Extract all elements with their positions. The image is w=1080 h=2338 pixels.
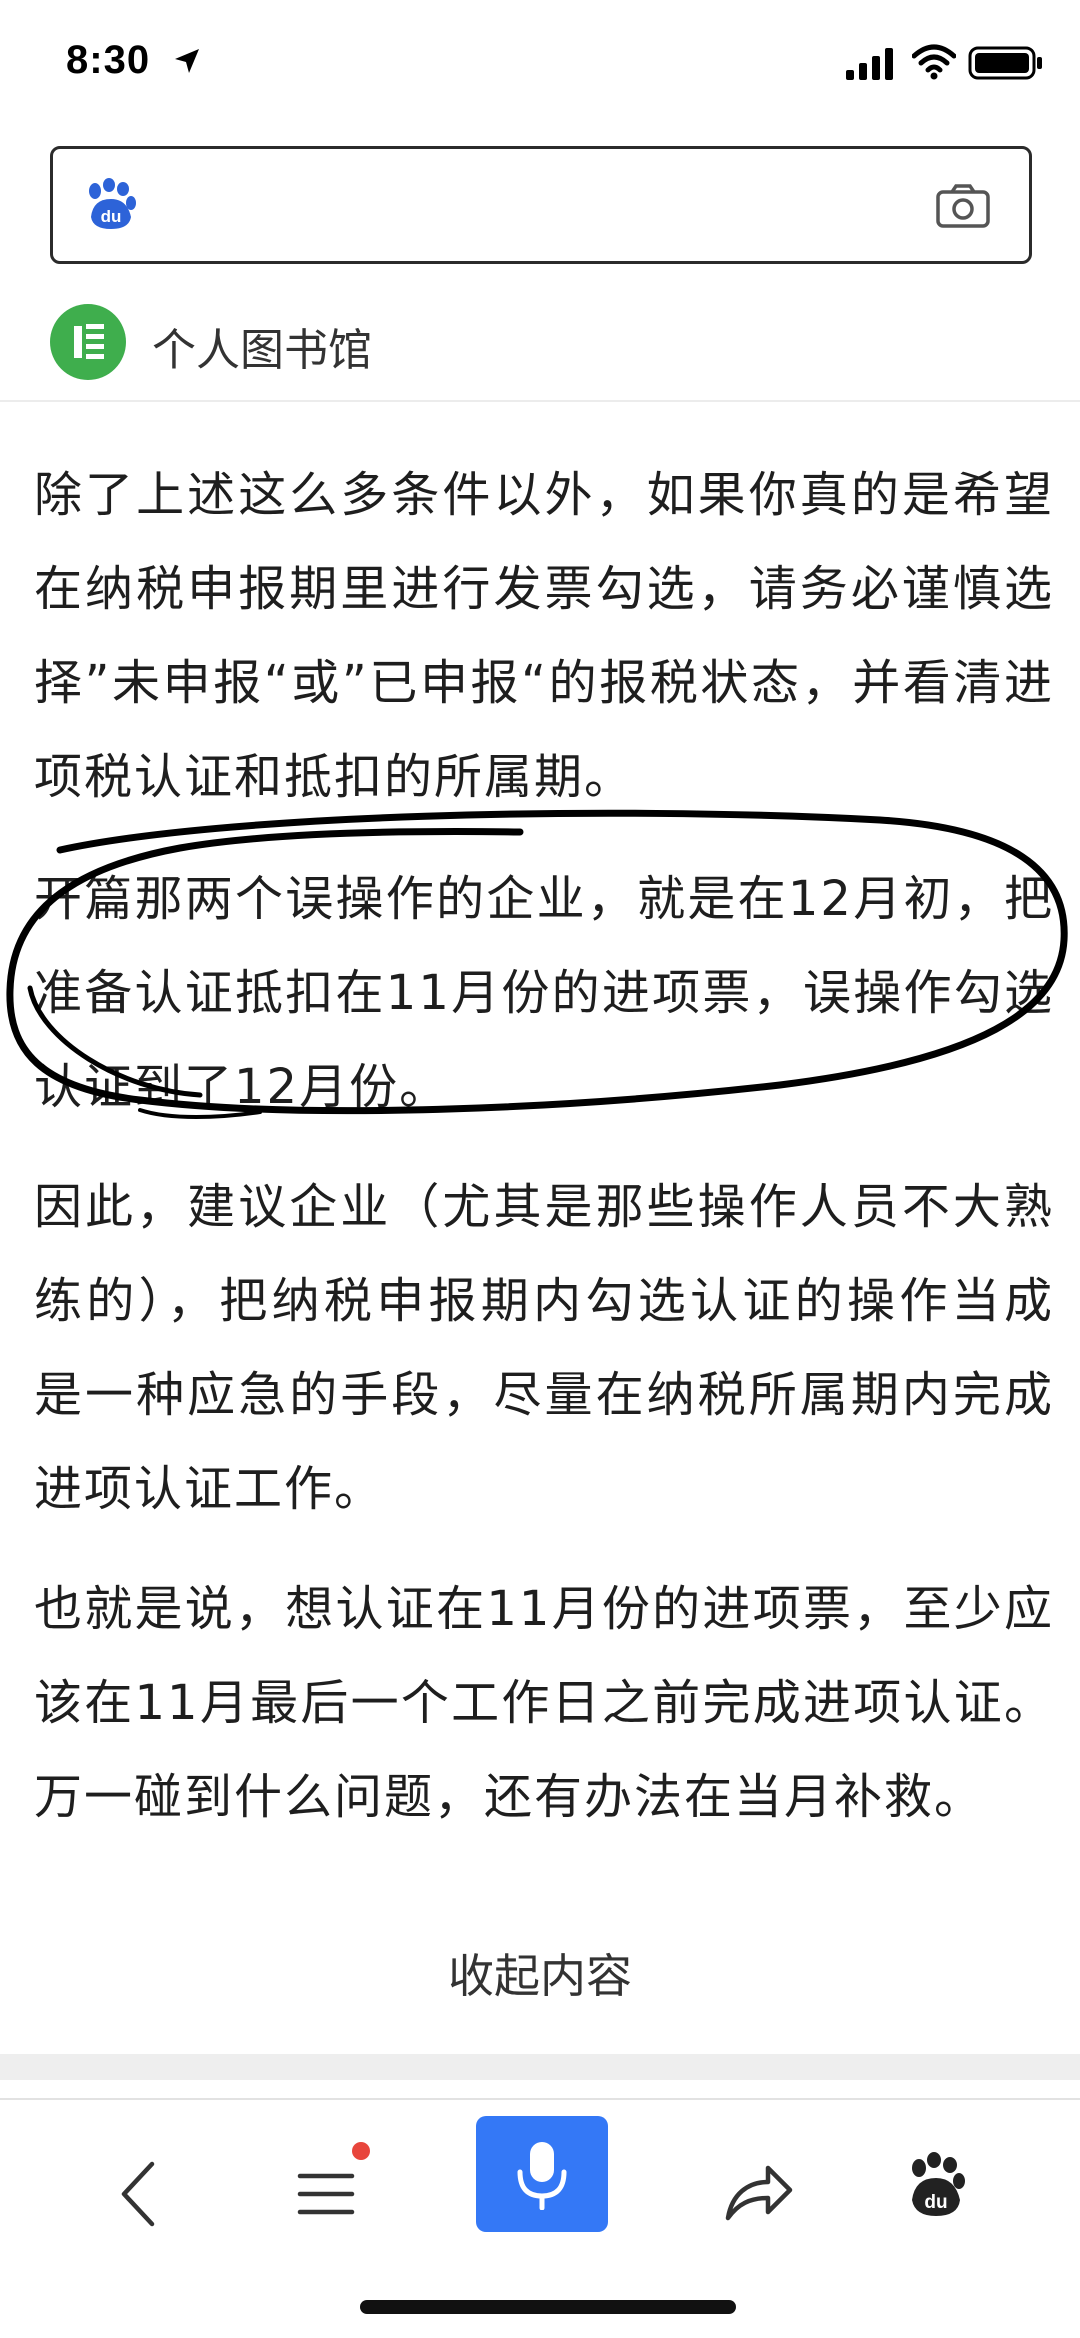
article-paragraph: 因此，建议企业（尤其是那些操作人员不大熟练的），把纳税申报期内勾选认证的操作当成… — [34, 1179, 1054, 1517]
location-arrow-icon — [175, 49, 199, 73]
library-logo-icon — [50, 304, 126, 380]
home-indicator[interactable] — [360, 2300, 736, 2314]
microphone-icon — [517, 2142, 567, 2210]
source-name: 个人图书馆 — [152, 325, 372, 376]
battery-icon — [968, 46, 1042, 80]
search-input[interactable]: du — [50, 146, 1032, 264]
bottom-toolbar: du — [0, 2100, 1080, 2338]
voice-search-button[interactable] — [476, 2116, 608, 2232]
article-paragraph: 除了上述这么多条件以外，如果你真的是希望在纳税申报期里进行发票勾选，请务必谨慎选… — [34, 467, 1054, 805]
status-bar: 8:30 — [0, 0, 1080, 130]
article-paragraph: 开篇那两个误操作的企业，就是在12月初，把准备认证抵扣在11月份的进项票，误操作… — [34, 871, 1054, 1115]
baidu-paw-icon[interactable]: du — [83, 177, 139, 233]
svg-text:du: du — [101, 207, 122, 226]
divider — [0, 400, 1080, 402]
share-icon[interactable] — [722, 2158, 794, 2224]
menu-icon[interactable] — [294, 2158, 366, 2230]
source-header[interactable]: 个人图书馆 — [50, 304, 1030, 384]
notification-dot — [352, 2142, 370, 2160]
article-body: 除了上述这么多条件以外，如果你真的是希望在纳税申报期里进行发票勾选，请务必谨慎选… — [34, 448, 1054, 1866]
section-separator — [0, 2054, 1080, 2080]
article-paragraph: 也就是说，想认证在11月份的进项票，至少应该在11月最后一个工作日之前完成进项认… — [34, 1581, 1054, 1825]
wifi-icon — [912, 44, 956, 80]
cellular-signal-icon — [846, 48, 893, 80]
baidu-paw-icon[interactable]: du — [906, 2150, 966, 2220]
back-icon[interactable] — [110, 2158, 170, 2230]
svg-text:du: du — [924, 2192, 947, 2213]
status-time: 8:30 — [66, 38, 151, 82]
collapse-content-button[interactable]: 收起内容 — [0, 1940, 1080, 2006]
camera-icon[interactable] — [935, 183, 991, 229]
